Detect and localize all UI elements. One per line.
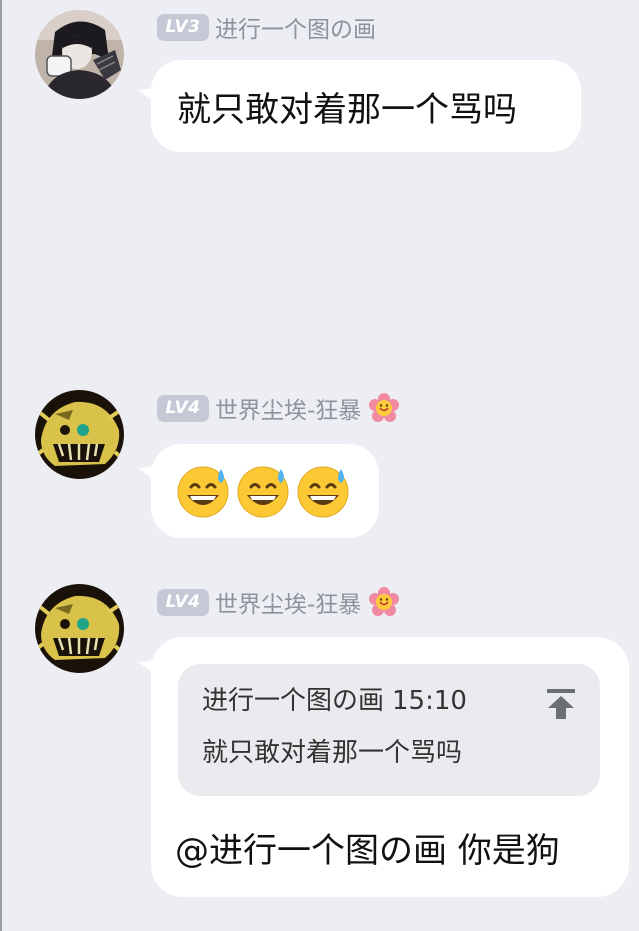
message-bubble[interactable] xyxy=(151,444,379,538)
quoted-message[interactable]: 进行一个图の画 15:10 就只敢对着那一个骂吗 xyxy=(178,664,600,796)
username[interactable]: 世界尘埃-狂暴 xyxy=(215,585,361,619)
sweat-smile-emoji-icon xyxy=(177,466,229,518)
quote-header: 进行一个图の画 15:10 xyxy=(202,686,576,716)
flower-emoji-icon xyxy=(369,587,400,616)
flower-emoji-icon xyxy=(369,393,400,422)
quote-author: 进行一个图の画 xyxy=(202,686,385,716)
message-bubble[interactable]: 进行一个图の画 15:10 就只敢对着那一个骂吗 @进行一个图の画 你是狗 xyxy=(151,637,629,897)
message-text: @进行一个图の画 你是狗 xyxy=(175,831,560,871)
sweat-smile-emoji-icon xyxy=(297,466,349,518)
avatar[interactable] xyxy=(35,390,124,479)
avatar[interactable] xyxy=(35,584,124,673)
message-meta: LV4 世界尘埃-狂暴 xyxy=(157,585,400,619)
message-meta: LV4 世界尘埃-狂暴 xyxy=(157,391,400,425)
window-left-edge xyxy=(0,0,2,931)
quote-time: 15:10 xyxy=(392,686,467,716)
sweat-smile-emoji-icon xyxy=(237,466,289,518)
username[interactable]: 进行一个图の画 xyxy=(215,10,376,44)
message-bubble[interactable]: 就只敢对着那一个骂吗 xyxy=(151,60,581,152)
jump-to-top-icon[interactable] xyxy=(546,688,576,720)
username[interactable]: 世界尘埃-狂暴 xyxy=(215,391,361,425)
quote-text: 就只敢对着那一个骂吗 xyxy=(202,738,463,768)
level-badge: LV3 xyxy=(157,13,209,41)
level-badge: LV4 xyxy=(157,588,209,616)
message-meta: LV3 进行一个图の画 xyxy=(157,10,376,44)
avatar[interactable] xyxy=(35,10,124,99)
message-text: 就只敢对着那一个骂吗 xyxy=(177,89,517,130)
level-badge: LV4 xyxy=(157,394,209,422)
